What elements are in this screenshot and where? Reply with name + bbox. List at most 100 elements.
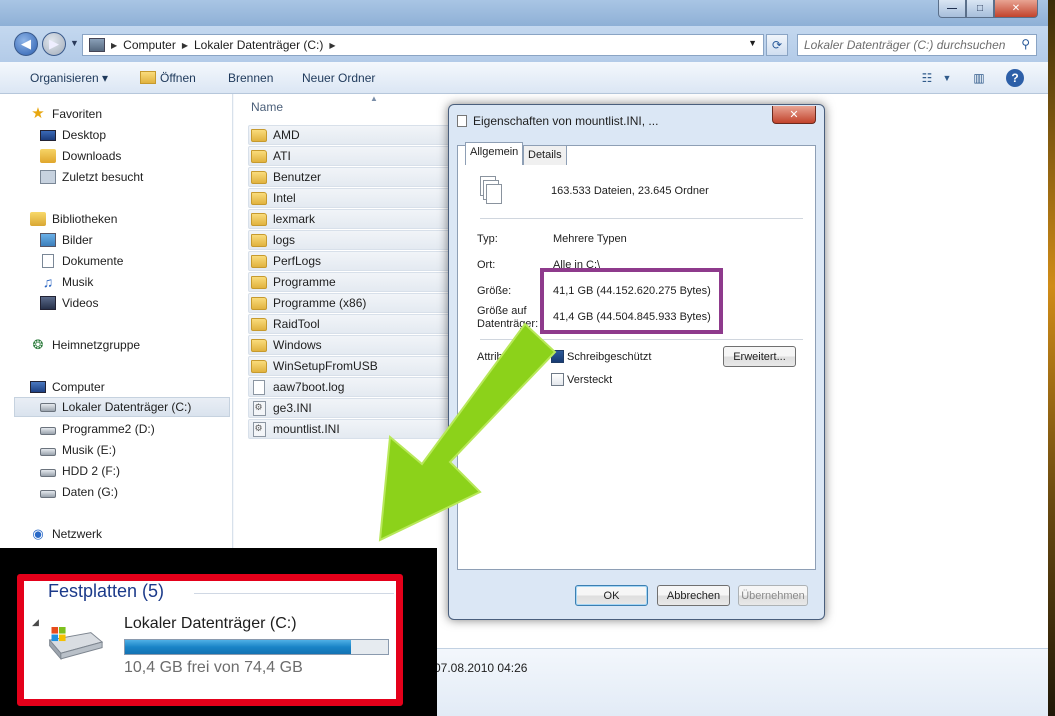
list-item[interactable]: Programme <box>248 272 458 292</box>
command-bar: Organisieren ▾ Öffnen Brennen Neuer Ordn… <box>0 62 1048 94</box>
tab-details[interactable]: Details <box>523 145 567 165</box>
list-item[interactable]: ATI <box>248 146 458 166</box>
arrow-shape <box>378 322 557 542</box>
green-arrow-annotation <box>378 322 557 542</box>
readonly-label[interactable]: Schreibgeschützt <box>567 351 651 363</box>
nav-drive-f[interactable]: HDD 2 (F:) <box>40 461 120 481</box>
nav-label: Favoriten <box>52 107 103 121</box>
nav-network[interactable]: ◉ Netzwerk <box>30 524 102 544</box>
maximize-button[interactable]: □ <box>966 0 994 18</box>
folder-icon <box>251 296 267 310</box>
nav-drive-e[interactable]: Musik (E:) <box>40 440 116 460</box>
title-bar: — □ ✕ <box>0 0 1048 26</box>
nav-drive-c[interactable]: Lokaler Datenträger (C:) <box>14 397 230 417</box>
new-folder-button[interactable]: Neuer Ordner <box>302 71 375 85</box>
list-item[interactable]: PerfLogs <box>248 251 458 271</box>
history-dropdown[interactable]: ▼ <box>70 38 79 48</box>
nav-label: Desktop <box>62 128 107 142</box>
open-button[interactable]: Öffnen <box>140 71 196 85</box>
file-name: RaidTool <box>273 317 320 331</box>
nav-downloads[interactable]: Downloads <box>40 146 121 166</box>
dialog-tabs: Allgemein Details <box>457 142 816 165</box>
apply-button[interactable]: Übernehmen <box>738 585 808 606</box>
folder-icon <box>251 170 267 184</box>
folder-icon <box>251 338 267 352</box>
list-item[interactable]: logs <box>248 230 458 250</box>
help-icon[interactable]: ? <box>1006 69 1024 87</box>
cancel-button[interactable]: Abbrechen <box>657 585 730 606</box>
size-highlight-box <box>540 268 723 334</box>
collapse-triangle-icon[interactable]: ◢ <box>32 617 39 628</box>
nav-drive-d[interactable]: Programme2 (D:) <box>40 419 155 439</box>
downloads-icon <box>40 149 56 163</box>
address-bar[interactable]: ▶ Computer ▶ Lokaler Datenträger (C:) ▶ … <box>82 34 764 56</box>
settings-file-icon <box>252 400 266 416</box>
dialog-close-button[interactable]: ✕ <box>772 106 816 124</box>
system-drive-icon <box>40 402 56 412</box>
close-button[interactable]: ✕ <box>994 0 1038 18</box>
breadcrumb-drive-c[interactable]: Lokaler Datenträger (C:) <box>194 38 323 52</box>
chevron-down-icon[interactable]: ▼ <box>748 38 757 48</box>
advanced-button[interactable]: Erweitert... <box>723 346 796 367</box>
organize-button[interactable]: Organisieren ▾ <box>30 71 108 85</box>
column-header-name[interactable]: Name <box>251 100 283 114</box>
nav-homegroup[interactable]: ❂ Heimnetzgruppe <box>30 335 141 355</box>
folder-icon <box>251 212 267 226</box>
back-button[interactable]: ◀ <box>14 32 38 56</box>
list-item[interactable]: lexmark <box>248 209 458 229</box>
arrow-left-icon: ◀ <box>21 36 31 51</box>
minimize-button[interactable]: — <box>938 0 966 18</box>
nav-documents[interactable]: Dokumente <box>40 251 123 271</box>
nav-music[interactable]: ♫ Musik <box>40 272 94 292</box>
view-options-icon[interactable]: ☷ <box>918 69 936 87</box>
nav-label: Dokumente <box>62 254 124 268</box>
list-item[interactable]: Programme (x86) <box>248 293 458 313</box>
nav-label: Lokaler Datenträger (C:) <box>62 400 192 414</box>
search-icon[interactable]: ⚲ <box>1021 37 1030 51</box>
nav-recent[interactable]: Zuletzt besucht <box>40 167 143 187</box>
location-label: Ort: <box>477 259 496 271</box>
nav-videos[interactable]: Videos <box>40 293 98 313</box>
refresh-icon: ⟳ <box>771 38 783 52</box>
preview-pane-icon[interactable]: ▥ <box>970 69 988 87</box>
file-name: Programme <box>273 275 336 289</box>
network-icon: ◉ <box>32 526 44 541</box>
chevron-right-icon[interactable]: ▶ <box>329 41 335 50</box>
nav-desktop[interactable]: Desktop <box>40 125 106 145</box>
nav-favorites[interactable]: ★ Favoriten <box>30 104 102 124</box>
drive-icon <box>40 489 56 498</box>
list-item[interactable]: Intel <box>248 188 458 208</box>
file-name: Intel <box>273 191 296 205</box>
computer-icon <box>89 38 105 52</box>
chevron-down-icon[interactable]: ▼ <box>938 69 956 87</box>
drive-usage-fill <box>125 640 352 654</box>
breadcrumb-computer[interactable]: Computer <box>123 38 176 52</box>
forward-button[interactable]: ▶ <box>42 32 66 56</box>
burn-button[interactable]: Brennen <box>228 71 273 85</box>
search-input[interactable]: Lokaler Datenträger (C:) durchsuchen ⚲ <box>797 34 1037 56</box>
chevron-right-icon[interactable]: ▶ <box>182 41 188 50</box>
folder-open-icon <box>140 71 156 84</box>
group-divider <box>194 593 394 594</box>
list-item[interactable]: AMD <box>248 125 458 145</box>
file-name: lexmark <box>273 212 316 226</box>
refresh-button[interactable]: ⟳ <box>766 34 788 56</box>
computer-icon <box>30 381 46 393</box>
ok-button[interactable]: OK <box>575 585 648 606</box>
nav-label: Bibliotheken <box>52 212 118 226</box>
nav-computer[interactable]: Computer <box>30 377 105 397</box>
nav-label: Musik <box>62 275 94 289</box>
nav-drive-g[interactable]: Daten (G:) <box>40 482 118 502</box>
drive-free-text: 10,4 GB frei von 74,4 GB <box>124 659 303 676</box>
nav-label: Downloads <box>62 149 122 163</box>
nav-pictures[interactable]: Bilder <box>40 230 93 250</box>
nav-label: Musik (E:) <box>62 443 116 457</box>
file-name: AMD <box>273 128 300 142</box>
size-label: Größe: <box>477 285 512 297</box>
list-item[interactable]: Benutzer <box>248 167 458 187</box>
chevron-right-icon[interactable]: ▶ <box>111 41 117 50</box>
folder-icon <box>251 359 267 373</box>
tab-general[interactable]: Allgemein <box>465 142 524 165</box>
hidden-label[interactable]: Versteckt <box>567 374 612 386</box>
nav-libraries[interactable]: Bibliotheken <box>30 209 117 229</box>
